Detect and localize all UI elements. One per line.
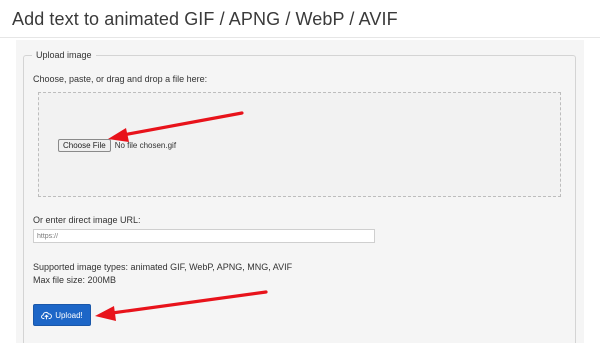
file-prompt-label: Choose, paste, or drag and drop a file h… [33,74,208,84]
image-url-input[interactable] [33,229,375,243]
page: Add text to animated GIF / APNG / WebP /… [0,0,600,343]
chosen-file-name: No file chosen.gif [114,141,177,150]
upload-button-label: Upload! [55,310,83,320]
url-label: Or enter direct image URL: [33,215,141,225]
max-size-text: Max file size: 200MB [33,275,117,285]
cloud-upload-icon [41,311,53,320]
title-divider [0,37,600,38]
upload-legend: Upload image [32,50,96,60]
page-title: Add text to animated GIF / APNG / WebP /… [12,9,398,29]
upload-panel: Upload image Choose, paste, or drag and … [16,40,584,343]
supported-types-text: Supported image types: animated GIF, Web… [33,262,293,272]
choose-file-button[interactable]: Choose File [58,139,111,152]
file-input-row: Choose File No file chosen.gif [58,139,176,152]
upload-button[interactable]: Upload! [33,304,91,326]
